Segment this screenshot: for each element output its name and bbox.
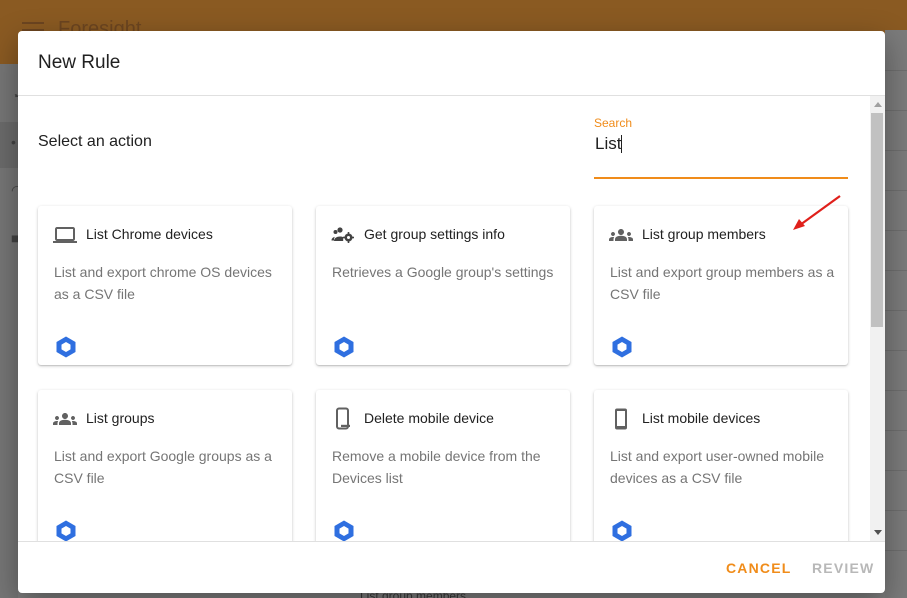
google-cloud-hexagon-icon <box>612 336 632 358</box>
card-title: Delete mobile device <box>364 410 494 426</box>
action-card-list-chrome-devices[interactable]: List Chrome devices List and export chro… <box>38 206 292 365</box>
card-title: Get group settings info <box>364 226 505 242</box>
dialog-footer: CANCEL REVIEW <box>18 541 885 593</box>
card-description: Remove a mobile device from the Devices … <box>332 448 541 486</box>
card-description: List and export group members as a CSV f… <box>610 264 835 302</box>
section-label: Select an action <box>38 133 152 150</box>
search-label: Search <box>594 116 633 130</box>
background-sidebar: ◔ • ◠ ■ <box>0 64 23 598</box>
action-card-delete-mobile-device[interactable]: Delete mobile device Remove a mobile dev… <box>316 390 570 541</box>
background-grid <box>885 30 907 598</box>
text-caret <box>621 135 622 153</box>
card-title: List Chrome devices <box>86 226 213 242</box>
review-button[interactable]: REVIEW <box>812 560 874 576</box>
rule-icon: • <box>11 134 16 150</box>
cancel-button[interactable]: CANCEL <box>726 560 792 576</box>
group-icon <box>53 413 77 425</box>
google-cloud-hexagon-icon <box>56 520 76 541</box>
google-cloud-hexagon-icon <box>56 336 76 358</box>
scroll-up-arrow-icon[interactable] <box>874 102 882 107</box>
mobile-remove-icon <box>336 407 350 430</box>
action-card-get-group-settings-info[interactable]: Get group settings info Retrieves a Goog… <box>316 206 570 365</box>
card-description: List and export chrome OS devices as a C… <box>54 264 272 302</box>
search-input[interactable] <box>594 132 848 156</box>
search-underline <box>594 177 848 179</box>
scrollbar-thumb[interactable] <box>871 113 883 327</box>
card-description: List and export user-owned mobile device… <box>610 448 825 486</box>
dialog-scrollbar[interactable] <box>870 96 885 541</box>
dialog-content: Select an action Search List Chrome devi… <box>18 96 885 541</box>
card-title: List groups <box>86 410 155 426</box>
action-card-list-mobile-devices[interactable]: List mobile devices List and export user… <box>594 390 848 541</box>
search-field[interactable]: Search <box>594 114 848 179</box>
google-cloud-hexagon-icon <box>612 520 632 541</box>
annotation-arrow-icon <box>793 195 841 230</box>
card-title: List group members <box>642 226 766 242</box>
google-cloud-hexagon-icon <box>334 520 354 541</box>
scroll-down-arrow-icon[interactable] <box>874 530 882 535</box>
card-description: List and export Google groups as a CSV f… <box>54 448 272 486</box>
group-settings-icon <box>331 227 354 243</box>
laptop-icon <box>53 227 77 243</box>
new-rule-dialog: New Rule Select an action Search List Ch… <box>18 31 885 593</box>
google-cloud-hexagon-icon <box>334 336 354 358</box>
action-card-list-groups[interactable]: List groups List and export Google group… <box>38 390 292 541</box>
group-icon <box>609 229 633 241</box>
card-title: List mobile devices <box>642 410 761 426</box>
smartphone-icon <box>615 408 627 430</box>
dialog-header: New Rule <box>18 31 885 96</box>
dialog-title: New Rule <box>38 52 121 73</box>
card-description: Retrieves a Google group's settings <box>332 264 554 280</box>
